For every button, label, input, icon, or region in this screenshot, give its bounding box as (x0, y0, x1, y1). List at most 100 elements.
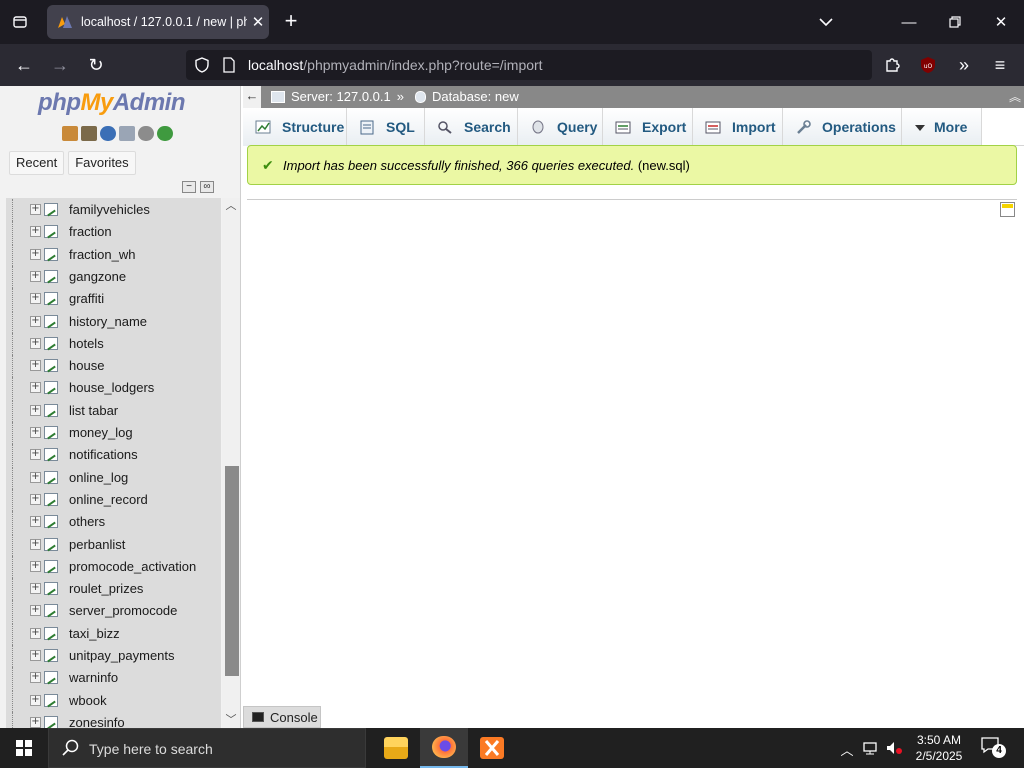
tree-table-label[interactable]: money_log (69, 425, 133, 440)
home-icon[interactable] (62, 126, 78, 141)
tree-table-item[interactable]: + others (6, 511, 221, 534)
page-info-icon[interactable] (220, 56, 238, 74)
tab-sql[interactable]: SQL (347, 108, 425, 146)
scrollbar-thumb[interactable] (225, 466, 239, 676)
tree-table-label[interactable]: others (69, 514, 105, 529)
tree-table-item[interactable]: + history_name (6, 310, 221, 333)
tree-table-item[interactable]: + house (6, 355, 221, 378)
tree-table-label[interactable]: server_promocode (69, 603, 177, 618)
tree-table-label[interactable]: history_name (69, 314, 147, 329)
close-tab-icon[interactable]: ✕ (247, 13, 269, 31)
back-arrow-icon[interactable]: ← (10, 51, 38, 79)
tree-table-label[interactable]: notifications (69, 447, 138, 462)
tree-table-label[interactable]: wbook (69, 693, 107, 708)
page-settings-icon[interactable] (1000, 202, 1015, 217)
expand-plus-icon[interactable]: + (30, 471, 41, 483)
expand-plus-icon[interactable]: + (30, 605, 41, 617)
tree-table-label[interactable]: list tabar (69, 403, 118, 418)
table-structure-icon[interactable] (44, 671, 58, 685)
scroll-down-arrow-icon[interactable]: ﹀ (222, 712, 240, 728)
network-icon[interactable] (862, 740, 880, 756)
table-structure-icon[interactable] (44, 626, 58, 640)
expand-plus-icon[interactable]: + (30, 493, 41, 505)
expand-plus-icon[interactable]: + (30, 315, 41, 327)
reload-navigation-icon[interactable] (157, 126, 173, 141)
collapse-header-icon[interactable]: ︽ (1006, 86, 1024, 108)
tree-table-item[interactable]: + wbook (6, 689, 221, 712)
expand-plus-icon[interactable]: + (30, 627, 41, 639)
tree-table-item[interactable]: + hotels (6, 332, 221, 355)
table-structure-icon[interactable] (44, 515, 58, 529)
tree-table-label[interactable]: online_log (69, 470, 128, 485)
tab-export[interactable]: Export (603, 108, 693, 146)
tree-table-label[interactable]: graffiti (69, 291, 104, 306)
tab-more[interactable]: More (902, 108, 982, 146)
file-explorer-app[interactable] (372, 728, 420, 768)
chevron-down-icon[interactable] (803, 0, 849, 44)
tree-table-label[interactable]: fraction_wh (69, 247, 135, 262)
tree-table-label[interactable]: hotels (69, 336, 104, 351)
expand-plus-icon[interactable]: + (30, 672, 41, 684)
tree-table-item[interactable]: + fraction_wh (6, 243, 221, 266)
expand-plus-icon[interactable]: + (30, 516, 41, 528)
expand-plus-icon[interactable]: + (30, 583, 41, 595)
tree-table-item[interactable]: + roulet_prizes (6, 578, 221, 601)
tree-table-label[interactable]: unitpay_payments (69, 648, 175, 663)
table-structure-icon[interactable] (44, 426, 58, 439)
expand-plus-icon[interactable]: + (30, 716, 41, 728)
tree-table-item[interactable]: + server_promocode (6, 600, 221, 623)
minimize-window-button[interactable]: — (886, 0, 932, 44)
hamburger-menu-icon[interactable]: ≡ (986, 51, 1014, 79)
tab-query[interactable]: Query (518, 108, 603, 146)
settings-gear-icon[interactable] (138, 126, 154, 141)
expand-plus-icon[interactable]: + (30, 694, 41, 706)
table-structure-icon[interactable] (44, 203, 58, 216)
table-structure-icon[interactable] (44, 314, 58, 328)
tree-table-label[interactable]: fraction (69, 224, 112, 239)
table-structure-icon[interactable] (44, 448, 58, 462)
collapse-all-icon[interactable]: − (182, 181, 196, 193)
tree-table-item[interactable]: + online_record (6, 488, 221, 511)
table-structure-icon[interactable] (44, 604, 58, 618)
tree-table-item[interactable]: + notifications (6, 444, 221, 467)
table-structure-icon[interactable] (44, 492, 58, 506)
new-tab-button[interactable]: + (278, 8, 304, 36)
expand-plus-icon[interactable]: + (30, 650, 41, 661)
phpmyadmin-logo[interactable]: phpMyAdmin (38, 89, 186, 117)
expand-plus-icon[interactable]: + (30, 204, 41, 215)
tab-search[interactable]: Search (425, 108, 518, 146)
table-structure-icon[interactable] (44, 582, 58, 596)
more-tools-chevron-icon[interactable]: » (950, 51, 978, 79)
tab-import[interactable]: Import (693, 108, 783, 146)
tree-table-item[interactable]: + house_lodgers (6, 377, 221, 400)
table-structure-icon[interactable] (44, 693, 58, 707)
tree-table-item[interactable]: + unitpay_payments (6, 645, 221, 667)
table-structure-icon[interactable] (44, 359, 58, 373)
tree-table-label[interactable]: warninfo (69, 670, 118, 685)
table-structure-icon[interactable] (44, 537, 58, 551)
taskbar-search[interactable]: Type here to search (48, 728, 366, 768)
start-button[interactable] (0, 728, 48, 768)
breadcrumb-database[interactable]: Database: new (415, 89, 519, 104)
tree-table-label[interactable]: online_record (69, 492, 148, 507)
list-all-tabs-icon[interactable] (6, 8, 34, 36)
expand-plus-icon[interactable]: + (30, 560, 41, 572)
tree-table-item[interactable]: + promocode_activation (6, 555, 221, 578)
expand-plus-icon[interactable]: + (30, 382, 41, 394)
tree-table-item[interactable]: + graffiti (6, 288, 221, 311)
expand-plus-icon[interactable]: + (30, 538, 41, 550)
expand-plus-icon[interactable]: + (30, 293, 41, 305)
tree-table-label[interactable]: promocode_activation (69, 559, 196, 574)
table-structure-icon[interactable] (44, 269, 58, 283)
reload-icon[interactable]: ↻ (82, 51, 110, 79)
tree-table-item[interactable]: + taxi_bizz (6, 622, 221, 645)
notification-center[interactable]: 4 (980, 736, 1010, 760)
expand-plus-icon[interactable]: + (30, 427, 41, 438)
tree-table-item[interactable]: + online_log (6, 466, 221, 489)
tree-table-item[interactable]: + perbanlist (6, 533, 221, 556)
tree-table-label[interactable]: familyvehicles (69, 202, 150, 217)
documentation-icon[interactable] (119, 126, 135, 141)
xampp-app[interactable] (468, 728, 516, 768)
firefox-app[interactable] (420, 728, 468, 768)
tree-table-item[interactable]: + warninfo (6, 667, 221, 690)
